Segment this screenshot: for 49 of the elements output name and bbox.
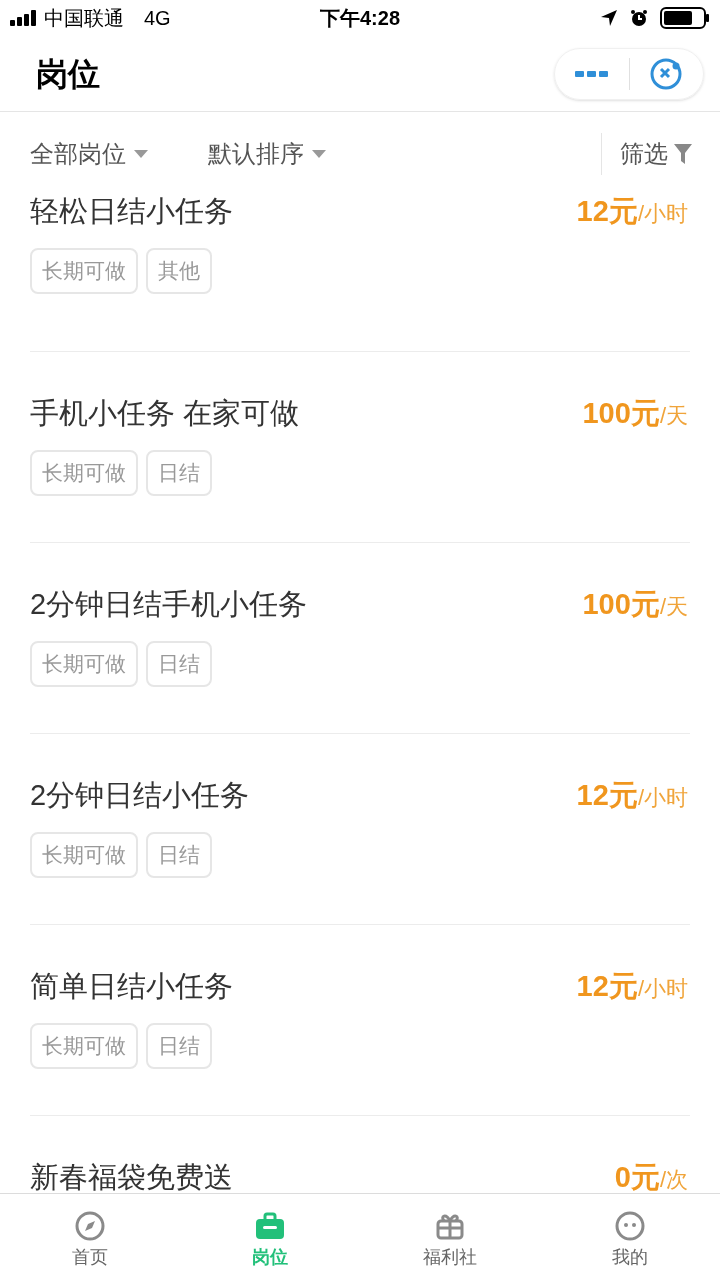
job-title: 简单日结小任务 <box>30 971 233 1003</box>
job-salary: 12元/小时 <box>576 780 688 812</box>
tab-bar-item[interactable]: 福利社 <box>360 1194 540 1280</box>
caret-icon <box>134 150 148 158</box>
more-icon <box>574 69 609 78</box>
tab-bar-item[interactable]: 我的 <box>540 1194 720 1280</box>
job-tag: 日结 <box>146 640 212 687</box>
job-salary: 12元/小时 <box>576 971 688 1003</box>
network-type: 4G <box>144 6 171 31</box>
filter-dropdown[interactable]: 全部岗位 <box>30 136 148 172</box>
job-card[interactable]: 轻松日结小任务 12元/小时 长期可做 其他 <box>30 188 690 351</box>
face-icon <box>614 1210 646 1242</box>
job-tag: 日结 <box>146 1022 212 1069</box>
filter-button[interactable]: 筛选 <box>620 136 692 172</box>
job-tag: 长期可做 <box>30 831 138 878</box>
job-tag: 日结 <box>146 449 212 496</box>
location-arrow-icon <box>600 9 618 27</box>
status-time: 下午4:28 <box>320 6 400 31</box>
carrier-name: 中国联通 <box>44 6 124 31</box>
job-card[interactable]: 手机小任务 在家可做 100元/天 长期可做 日结 <box>30 351 690 542</box>
signal-icon <box>10 10 38 26</box>
job-salary: 0元/次 <box>614 1162 688 1193</box>
job-card[interactable]: 2分钟日结小任务 12元/小时 长期可做 日结 <box>30 733 690 924</box>
briefcase-icon <box>254 1210 286 1242</box>
close-icon <box>649 56 684 91</box>
job-title: 2分钟日结手机小任务 <box>30 589 308 621</box>
job-salary: 100元/天 <box>582 398 688 430</box>
job-salary: 100元/天 <box>582 589 688 621</box>
job-salary: 12元/小时 <box>576 196 688 228</box>
job-tag: 长期可做 <box>30 640 138 687</box>
job-title: 2分钟日结小任务 <box>30 780 250 812</box>
job-tag: 长期可做 <box>30 449 138 496</box>
alarm-icon <box>630 9 648 27</box>
job-tag: 其他 <box>146 247 212 294</box>
job-title: 轻松日结小任务 <box>30 196 233 228</box>
job-tag: 日结 <box>146 831 212 878</box>
job-tag: 长期可做 <box>30 1022 138 1069</box>
compass-icon <box>74 1210 106 1242</box>
tab-bar-item[interactable]: 首页 <box>0 1194 180 1280</box>
battery-icon <box>660 7 710 29</box>
job-card[interactable]: 简单日结小任务 12元/小时 长期可做 日结 <box>30 924 690 1115</box>
job-title: 新春福袋免费送 <box>30 1162 233 1193</box>
caret-icon <box>312 150 326 158</box>
job-title: 手机小任务 在家可做 <box>30 398 300 430</box>
page-title: 岗位 <box>36 54 100 94</box>
job-card[interactable]: 2分钟日结手机小任务 100元/天 长期可做 日结 <box>30 542 690 733</box>
job-tag: 长期可做 <box>30 247 138 294</box>
funnel-icon <box>674 144 692 164</box>
filter-dropdown[interactable]: 默认排序 <box>208 136 326 172</box>
